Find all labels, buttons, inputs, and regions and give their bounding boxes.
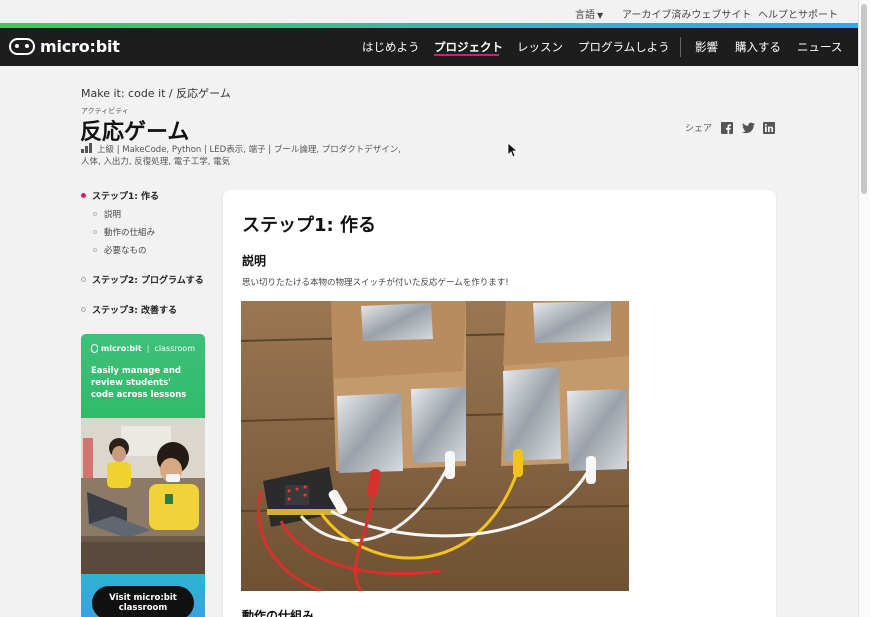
- scrollbar[interactable]: [858, 0, 870, 617]
- archive-link[interactable]: アーカイブ済みウェブサイト: [622, 6, 751, 21]
- nav-item-get-started[interactable]: はじめよう: [362, 39, 420, 55]
- step-2-label: ステップ2: プログラムする: [92, 276, 204, 286]
- section-heading-description: 説明: [242, 254, 267, 268]
- brand-divider: |: [146, 344, 150, 353]
- active-step-dot: [81, 193, 86, 198]
- promo-text: Easily manage and review students' code …: [91, 366, 187, 400]
- microbit-logo-icon: [9, 38, 35, 55]
- section-heading-how-it-works: 動作の仕組み: [242, 609, 315, 617]
- step-dot: [81, 307, 86, 312]
- active-nav-underline: [434, 54, 499, 56]
- share-bar: シェア: [685, 121, 776, 134]
- microbit-logo[interactable]: micro:bit: [9, 37, 120, 56]
- difficulty-bars-icon: [81, 143, 92, 153]
- breadcrumb[interactable]: Make it: code it / 反応ゲーム: [81, 85, 231, 101]
- meta-line-1: 上級 | MakeCode, Python | LED表示, 端子 | ブール論…: [97, 145, 401, 155]
- promo-brand: micro:bit | classroom: [91, 344, 195, 353]
- help-link[interactable]: ヘルプとサポート: [758, 6, 838, 21]
- substep-dot: [93, 248, 97, 252]
- substep-label: 説明: [104, 210, 122, 220]
- meta-line-2: 人体, 入出力, 反復処理, 電子工学, 電気: [81, 157, 231, 167]
- promo-footer: Visit micro:bit classroom: [81, 574, 205, 617]
- nav-item-code[interactable]: プログラムしよう: [578, 39, 670, 55]
- nav-divider: [680, 37, 681, 57]
- nav-item-news[interactable]: ニュース: [797, 39, 842, 55]
- nav-item-lessons[interactable]: レッスン: [517, 39, 563, 55]
- substep-dot: [93, 230, 97, 234]
- nav-item-projects[interactable]: プロジェクト: [434, 39, 503, 55]
- step-nav-item-3[interactable]: ステップ3: 改善する: [81, 303, 177, 316]
- utility-bar: 言語 ▼ アーカイブ済みウェブサイト ヘルプとサポート: [0, 0, 858, 24]
- chevron-down-icon: ▼: [597, 11, 604, 20]
- promo-header: micro:bit | classroom Easily manage and …: [81, 334, 205, 418]
- page-title: 反応ゲーム: [80, 120, 190, 145]
- classroom-photo: [81, 418, 205, 574]
- step-nav-item-2[interactable]: ステップ2: プログラムする: [81, 273, 204, 286]
- section-description-text: 思い切りたたける本物の物理スイッチが付いた反応ゲームを作ります!: [242, 278, 509, 288]
- share-label: シェア: [685, 124, 713, 134]
- substep-how-it-works[interactable]: 動作の仕組み: [93, 226, 155, 238]
- visit-classroom-button[interactable]: Visit micro:bit classroom: [92, 586, 194, 617]
- substep-description[interactable]: 説明: [93, 208, 121, 220]
- reaction-game-photo: [241, 301, 629, 591]
- step-content-card: ステップ1: 作る 説明 思い切りたたける本物の物理スイッチが付いた反応ゲームを…: [223, 190, 776, 617]
- button-line-1: Visit micro:bit: [109, 593, 177, 603]
- nav-item-impact[interactable]: 影響: [695, 39, 718, 55]
- step-3-label: ステップ3: 改善する: [92, 306, 177, 316]
- scrollbar-thumb[interactable]: [861, 4, 867, 194]
- facebook-icon[interactable]: [721, 121, 734, 134]
- promo-brand-sub: classroom: [154, 344, 195, 353]
- linkedin-icon[interactable]: [763, 121, 776, 134]
- twitter-icon[interactable]: [742, 122, 756, 134]
- mouse-cursor-icon: [507, 142, 519, 162]
- button-line-2: classroom: [118, 603, 168, 613]
- classroom-promo-card[interactable]: micro:bit | classroom Easily manage and …: [81, 334, 205, 617]
- step-title: ステップ1: 作る: [242, 215, 376, 236]
- nav-item-buy[interactable]: 購入する: [735, 39, 781, 55]
- substep-label: 必要なもの: [104, 246, 147, 256]
- language-menu[interactable]: 言語 ▼: [575, 6, 603, 21]
- substep-label: 動作の仕組み: [104, 228, 156, 238]
- main-navbar: micro:bit: [0, 28, 858, 66]
- activity-meta: 上級 | MakeCode, Python | LED表示, 端子 | ブール論…: [81, 143, 441, 168]
- step-dot: [81, 277, 86, 282]
- substep-dot: [93, 212, 97, 216]
- logo-text: micro:bit: [40, 37, 120, 56]
- substep-what-you-need[interactable]: 必要なもの: [93, 244, 147, 256]
- step-1-label: ステップ1: 作る: [92, 192, 159, 202]
- step-nav-item-1[interactable]: ステップ1: 作る: [81, 189, 159, 202]
- promo-brand-name: micro:bit: [100, 344, 142, 353]
- language-label: 言語: [575, 10, 595, 21]
- microbit-logo-icon: [91, 344, 98, 353]
